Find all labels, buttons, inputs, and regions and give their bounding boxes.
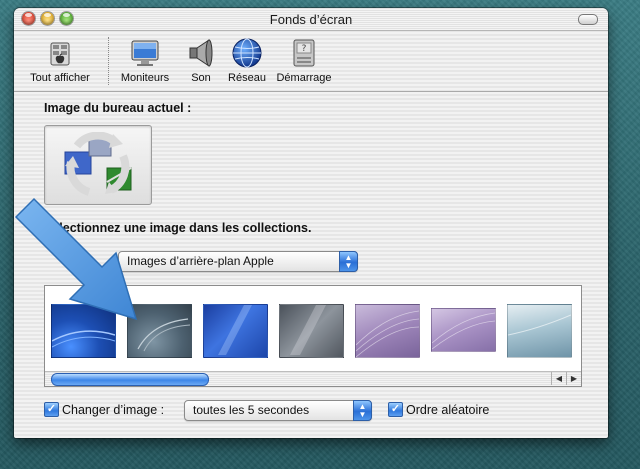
current-desktop-well[interactable] <box>44 125 152 205</box>
toolbar-show-all[interactable]: Tout afficher <box>22 37 98 84</box>
network-icon <box>231 37 263 69</box>
popup-arrows-icon: ▲ ▼ <box>339 251 358 272</box>
displays-icon <box>129 37 161 69</box>
thumbnail[interactable] <box>127 304 192 358</box>
toolbar-label-startup-disk: Démarrage <box>276 72 332 84</box>
thumbnail[interactable] <box>431 308 496 352</box>
change-picture-label: Changer d’image : <box>62 403 165 417</box>
window-title: Fonds d’écran <box>269 12 353 27</box>
thumbnail[interactable] <box>507 304 572 358</box>
horizontal-scrollbar[interactable]: ◀ ▶ <box>45 371 581 386</box>
collection-popup[interactable]: Images d’arrière-plan Apple ▲ ▼ <box>118 251 358 272</box>
toolbar-sound[interactable]: Son <box>182 37 220 84</box>
toolbar-label-network: Réseau <box>228 72 266 84</box>
svg-text:?: ? <box>302 44 307 54</box>
toolbar-label-sound: Son <box>191 72 211 84</box>
title-bar[interactable]: Fonds d’écran <box>14 8 608 31</box>
change-picture-checkbox[interactable]: ✓ <box>44 402 59 417</box>
recycle-desktop-icon <box>59 131 137 203</box>
toolbar-network[interactable]: Réseau <box>224 37 270 84</box>
collection-popup-value: Images d’arrière-plan Apple <box>127 254 274 268</box>
image-browser[interactable]: ◀ ▶ <box>44 285 582 387</box>
thumbnail[interactable] <box>279 304 344 358</box>
scroll-right-button[interactable]: ▶ <box>566 372 581 385</box>
collections-label: Sélectionnez une image dans les collecti… <box>44 221 312 235</box>
toolbar-toggle-button[interactable] <box>578 14 598 25</box>
interval-popup-value: toutes les 5 secondes <box>193 403 310 417</box>
toolbar-label-displays: Moniteurs <box>120 72 170 84</box>
toolbar-label-show-all: Tout afficher <box>30 72 90 84</box>
current-desktop-label: Image du bureau actuel : <box>44 101 192 115</box>
sound-icon <box>185 37 217 69</box>
random-order-label: Ordre aléatoire <box>406 403 490 417</box>
random-order-checkbox[interactable]: ✓ <box>388 402 403 417</box>
show-all-icon <box>44 37 76 69</box>
thumbnail[interactable] <box>355 304 420 358</box>
toolbar-startup-disk[interactable]: ? Démarrage <box>272 37 336 84</box>
preferences-window: Fonds d’écran Tout afficher Moniteurs So… <box>14 8 608 438</box>
startup-disk-icon: ? <box>288 37 320 69</box>
popup-arrows-icon: ▲ ▼ <box>353 400 372 421</box>
scrollbar-thumb[interactable] <box>51 373 209 386</box>
toolbar: Tout afficher Moniteurs Son Réseau ? Dém… <box>14 31 608 92</box>
thumbnail[interactable] <box>51 304 116 358</box>
thumbnail[interactable] <box>203 304 268 358</box>
scroll-left-button[interactable]: ◀ <box>551 372 566 385</box>
toolbar-separator <box>108 37 109 85</box>
toolbar-displays[interactable]: Moniteurs <box>116 37 174 84</box>
interval-popup[interactable]: toutes les 5 secondes ▲ ▼ <box>184 400 372 421</box>
